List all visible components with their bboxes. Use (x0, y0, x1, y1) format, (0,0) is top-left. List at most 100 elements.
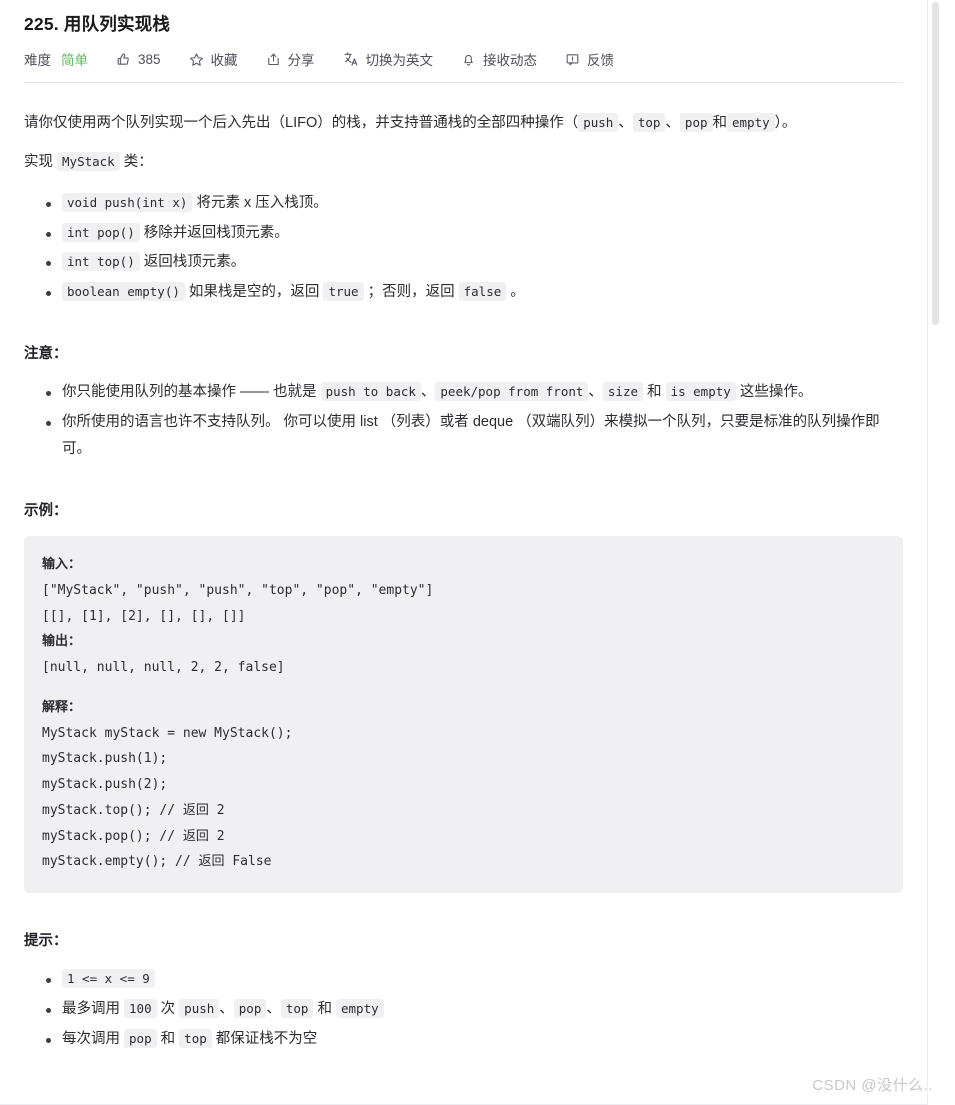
example-input-line2: [[], [1], [2], [], [], []] (42, 608, 246, 624)
list-item: boolean empty() 如果栈是空的，返回 true ；否则，返回 fa… (46, 279, 903, 306)
like-button[interactable]: 385 (116, 52, 161, 67)
example-heading: 示例： (24, 502, 68, 519)
method-desc-empty-a: 如果栈是空的，返回 (188, 284, 320, 301)
implement-class-paragraph: 实现 MyStack 类： (24, 150, 903, 175)
method-desc-push: 将元素 x 压入栈顶。 (196, 194, 328, 211)
method-signature-top: int top() (62, 252, 140, 272)
inline-code-push-to-back: push to back (320, 382, 421, 402)
method-desc-empty-b: ；否则，返回 (367, 284, 455, 301)
inline-code-false: false (458, 282, 507, 302)
inline-code-100: 100 (124, 999, 157, 1019)
desc-sep-2: 、 (665, 115, 680, 131)
code-block-spacer (42, 681, 885, 695)
desc-text-a: 请你仅使用两个队列实现一个后入先出（LIFO）的栈，并支持普通栈的全部四种操作（ (24, 115, 579, 131)
hint2-text-a: 最多调用 (62, 1001, 120, 1018)
share-label: 分享 (287, 53, 315, 68)
inline-code-top: top (632, 113, 666, 132)
inline-code-mystack: MyStack (57, 152, 120, 172)
feedback-icon (565, 52, 580, 67)
inline-code-hint-pop: pop (233, 999, 267, 1019)
inline-code-pop: pop (679, 113, 713, 132)
desc-sep-1: 、 (618, 115, 633, 131)
desc-text-and: 和 (712, 115, 728, 131)
list-item: int pop() 移除并返回栈顶元素。 (46, 220, 903, 247)
example-explain-line-4: myStack.top(); // 返回 2 (42, 802, 225, 818)
hints-heading: 提示： (24, 933, 68, 949)
desc-text-end: ）。 (774, 115, 797, 131)
problem-content: 请你仅使用两个队列实现一个后入先出（LIFO）的栈，并支持普通栈的全部四种操作（… (24, 83, 903, 1053)
inline-code-hint3-pop: pop (124, 1029, 157, 1048)
example-input-line1: ["MyStack", "push", "push", "top", "pop"… (42, 582, 434, 598)
like-count: 385 (138, 51, 161, 67)
note1-sep-1: 、 (420, 384, 436, 401)
translate-button[interactable]: 切换为英文 (343, 49, 434, 69)
problem-toolbar: 难度 简单 385 收藏 分享 切换为英文 接收动态 反馈 (24, 40, 903, 78)
feedback-label: 反馈 (587, 53, 615, 68)
example-code-block: 输入： ["MyStack", "push", "push", "top", "… (24, 536, 903, 893)
inline-code-hint3-top: top (179, 1029, 212, 1048)
inline-code-hint-top: top (280, 999, 314, 1019)
example-explain-line-6: myStack.empty(); // 返回 False (42, 854, 272, 870)
example-explain-line-2: myStack.push(1); (42, 751, 168, 767)
hint2-sep-2: 、 (266, 1001, 281, 1018)
example-explain-line-5: myStack.pop(); // 返回 2 (42, 828, 225, 844)
star-icon (189, 52, 204, 67)
list-item: 每次调用 pop 和 top 都保证栈不为空 (46, 1026, 903, 1053)
scrollbar-track[interactable] (932, 0, 947, 1105)
example-output-label: 输出： (42, 634, 82, 650)
inline-code-hint-empty: empty (336, 999, 384, 1019)
list-item: 最多调用 100 次 push、 pop、 top 和 empty (46, 996, 903, 1023)
favorite-button[interactable]: 收藏 (189, 49, 238, 69)
hints-list: 1 <= x <= 9 最多调用 100 次 push、 pop、 top 和 em… (24, 966, 903, 1052)
favorite-label: 收藏 (210, 53, 238, 68)
implement-text-a: 实现 (24, 154, 53, 171)
translate-label: 切换为英文 (365, 53, 434, 68)
difficulty-value: 简单 (61, 53, 88, 68)
feedback-button[interactable]: 反馈 (565, 49, 614, 69)
hint2-text-b: 次 (160, 1001, 176, 1018)
difficulty-label: 难度 (24, 53, 51, 68)
example-explain-line-3: myStack.push(2); (42, 777, 168, 793)
example-input-label: 输入： (42, 557, 82, 573)
note1-text-and: 和 (647, 384, 662, 401)
method-desc-pop: 移除并返回栈顶元素。 (143, 224, 289, 241)
share-button[interactable]: 分享 (266, 49, 315, 69)
hint-constraint-range: 1 <= x <= 9 (62, 969, 155, 989)
list-item: 你所使用的语言也许不支持队列。 你可以使用 list （列表）或者 deque … (46, 409, 903, 463)
implement-text-b: 类： (123, 154, 153, 171)
hint2-text-and: 和 (317, 1001, 332, 1018)
method-signature-empty: boolean empty() (62, 282, 185, 302)
list-item: 你只能使用队列的基本操作 —— 也就是 push to back、 peek/po… (46, 379, 903, 406)
note2-text: 你所使用的语言也许不支持队列。 你可以使用 list （列表）或者 deque … (62, 414, 880, 457)
inline-code-hint-push: push (179, 999, 220, 1019)
example-explain-label: 解释： (42, 699, 82, 715)
hint3-text-end: 都保证栈不为空 (215, 1031, 318, 1047)
notes-heading: 注意： (24, 346, 68, 362)
note1-text-end: 这些操作。 (739, 384, 813, 401)
example-explain-line-1: MyStack myStack = new MyStack(); (42, 725, 293, 741)
share-icon (266, 52, 281, 67)
list-item: 1 <= x <= 9 (46, 966, 903, 993)
list-item: int top() 返回栈顶元素。 (46, 249, 903, 276)
note1-text-a: 你只能使用队列的基本操作 —— 也就是 (62, 384, 317, 401)
method-signature-pop: int pop() (62, 222, 140, 242)
subscribe-button[interactable]: 接收动态 (461, 49, 537, 69)
notes-list: 你只能使用队列的基本操作 —— 也就是 push to back、 peek/po… (24, 379, 903, 462)
translate-icon (343, 51, 359, 67)
subscribe-label: 接收动态 (483, 53, 538, 68)
watermark: CSDN @没什么.. (812, 1077, 933, 1094)
method-list: void push(int x) 将元素 x 压入栈顶。 int pop() 移… (24, 190, 903, 306)
inline-code-empty: empty (727, 113, 775, 132)
inline-code-push: push (578, 113, 619, 132)
bell-icon (461, 52, 476, 67)
scrollbar-thumb[interactable] (932, 2, 939, 325)
inline-code-size: size (602, 382, 644, 402)
method-signature-push: void push(int x) (62, 192, 193, 212)
hint2-sep-1: 、 (219, 1001, 234, 1018)
list-item: void push(int x) 将元素 x 压入栈顶。 (46, 190, 903, 217)
thumbs-up-icon (116, 52, 131, 67)
inline-code-peek-pop-from-front: peek/pop from front (435, 382, 589, 402)
inline-code-true: true (323, 282, 364, 302)
inline-code-is-empty: is empty (665, 382, 736, 402)
example-output-line: [null, null, null, 2, 2, false] (42, 660, 285, 676)
